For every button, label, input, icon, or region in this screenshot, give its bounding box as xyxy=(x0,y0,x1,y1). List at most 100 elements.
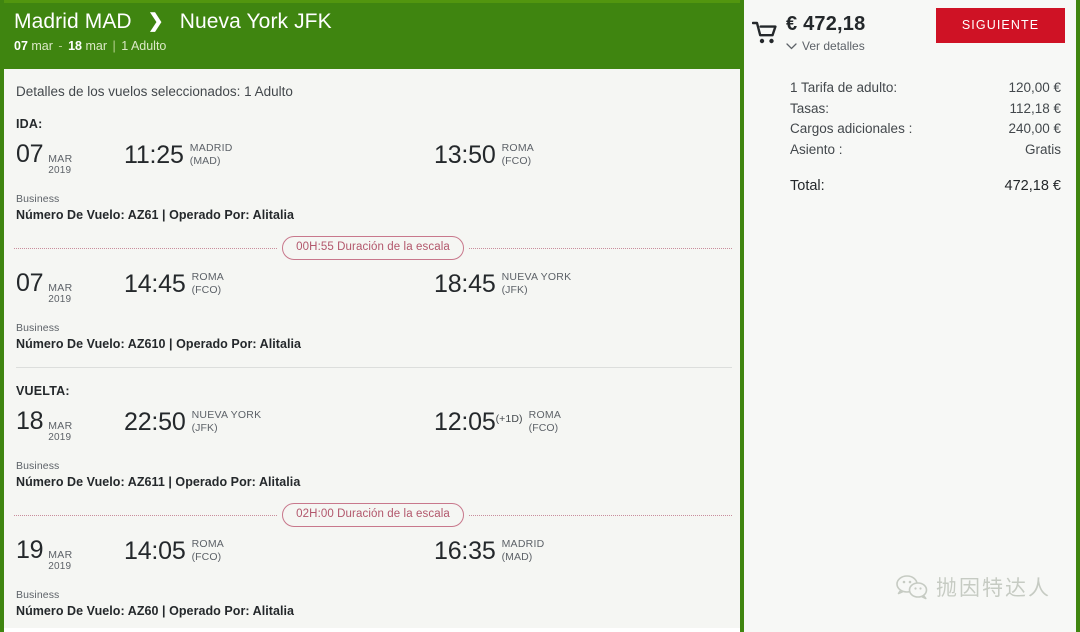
segment-date-day: 18 xyxy=(16,407,44,435)
total-value: 472,18 € xyxy=(1004,178,1061,194)
shopping-cart-icon[interactable] xyxy=(752,8,786,45)
segment-date-day: 07 xyxy=(16,140,44,168)
segment-departure: 14:05 ROMA (FCO) xyxy=(124,536,434,566)
arrival-time: 12:05 xyxy=(434,408,496,436)
return-label: VUELTA: xyxy=(16,384,70,398)
flight-number-operator: Número De Vuelo: AZ610 | Operado Por: Al… xyxy=(16,337,302,351)
segment-date-day: 07 xyxy=(16,269,44,297)
segment-times: 18 MAR 2019 22:50 NUEVA YORK (JFK) 12:05… xyxy=(16,398,740,443)
depart-month: mar xyxy=(31,39,53,53)
fare-row: Cargos adicionales : 240,00 € xyxy=(790,119,1061,140)
fare-row: Tasas: 112,18 € xyxy=(790,99,1061,120)
arrival-day-offset: (+1D) xyxy=(495,413,523,425)
arrival-code: (FCO) xyxy=(528,422,559,434)
view-details-label: Ver detalles xyxy=(802,39,865,53)
next-button[interactable]: SIGUIENTE xyxy=(936,8,1065,43)
total-label: Total: xyxy=(790,178,825,194)
cabin-class: Business xyxy=(16,589,60,601)
layover-dash-right xyxy=(468,514,733,516)
return-day: 18 xyxy=(68,39,82,53)
departure-time: 14:45 xyxy=(124,270,186,298)
flight-number-operator: Número De Vuelo: AZ60 | Operado Por: Ali… xyxy=(16,604,295,618)
departure-city: MADRID xyxy=(189,142,233,154)
segment-meta: Business Número De Vuelo: AZ60 | Operado… xyxy=(16,571,740,619)
segment-times: 07 MAR 2019 14:45 ROMA (FCO) 18:45 NUEVA… xyxy=(16,260,740,305)
wechat-icon xyxy=(896,574,928,600)
fare-row: Asiento : Gratis xyxy=(790,140,1061,161)
total-price: € 472,18 xyxy=(786,13,866,35)
route-destination: Nueva York JFK xyxy=(179,10,332,33)
departure-code: (JFK) xyxy=(191,422,218,434)
layover-dash-left xyxy=(14,514,278,516)
layover-dash-left xyxy=(14,247,278,249)
chevron-right-icon: ❯ xyxy=(147,11,164,32)
segment-date: 07 MAR 2019 xyxy=(16,269,124,305)
departure-time: 11:25 xyxy=(124,141,184,169)
fare-row: 1 Tarifa de adulto: 120,00 € xyxy=(790,78,1061,99)
segment-date-year: 2019 xyxy=(48,294,72,305)
departure-code: (FCO) xyxy=(191,551,222,563)
fare-value: 240,00 € xyxy=(1008,121,1061,136)
segment-date-year: 2019 xyxy=(48,165,72,176)
bottom-spacer xyxy=(4,628,740,632)
segment-arrival: 18:45 NUEVA YORK (JFK) xyxy=(434,269,571,299)
departure-city: ROMA xyxy=(191,538,225,550)
segment-date-month: MAR xyxy=(48,282,73,294)
trip-header: Madrid MAD ❯ Nueva York JFK 07 mar - 18 … xyxy=(4,0,740,69)
arrival-code: (FCO) xyxy=(501,155,532,167)
segment-date-year: 2019 xyxy=(48,432,72,443)
price-summary-column: € 472,18 Ver detalles SIGUIENTE 1 Tarifa… xyxy=(740,0,1076,632)
segment-date-year: 2019 xyxy=(48,561,72,572)
segment-departure: 14:45 ROMA (FCO) xyxy=(124,269,434,299)
cabin-class: Business xyxy=(16,322,60,334)
flight-details-column: Madrid MAD ❯ Nueva York JFK 07 mar - 18 … xyxy=(4,0,740,632)
view-details-toggle[interactable]: Ver detalles xyxy=(786,39,865,54)
arrival-time: 16:35 xyxy=(434,537,496,565)
fare-breakdown: 1 Tarifa de adulto: 120,00 € Tasas: 112,… xyxy=(744,54,1076,197)
price-header: € 472,18 Ver detalles xyxy=(786,8,865,54)
fare-label: Cargos adicionales : xyxy=(790,121,913,136)
layover-indicator: 02H:00 Duración de la escala xyxy=(14,503,733,527)
departure-time: 22:50 xyxy=(124,408,186,436)
fare-label: Tasas: xyxy=(790,100,830,116)
flight-segment: 07 MAR 2019 14:45 ROMA (FCO) 18:45 NUEVA… xyxy=(4,260,740,352)
return-month: mar xyxy=(85,39,107,53)
arrival-code: (MAD) xyxy=(501,551,533,563)
arrival-city: ROMA xyxy=(501,142,535,154)
trip-dates-passengers: 07 mar - 18 mar | 1 Adulto xyxy=(14,39,167,53)
depart-day: 07 xyxy=(14,39,28,53)
passenger-count: 1 Adulto xyxy=(121,39,167,53)
departure-city: ROMA xyxy=(191,271,225,283)
outbound-label: IDA: xyxy=(16,117,43,131)
watermark-text: 抛因特达人 xyxy=(936,576,1051,600)
field-separator: | xyxy=(112,39,116,53)
segment-date: 18 MAR 2019 xyxy=(16,407,124,443)
segment-times: 19 MAR 2019 14:05 ROMA (FCO) 16:35 MADRI… xyxy=(16,527,740,572)
arrival-city: MADRID xyxy=(501,538,545,550)
cart-bar: € 472,18 Ver detalles SIGUIENTE xyxy=(744,0,1076,54)
cabin-class: Business xyxy=(16,460,60,472)
layover-duration-badge: 02H:00 Duración de la escala xyxy=(282,503,464,527)
flight-segment: 18 MAR 2019 22:50 NUEVA YORK (JFK) 12:05… xyxy=(4,398,740,490)
segment-meta: Business Número De Vuelo: AZ61 | Operado… xyxy=(16,175,740,223)
arrival-code: (JFK) xyxy=(501,284,528,296)
layover-duration-badge: 00H:55 Duración de la escala xyxy=(282,236,464,260)
segment-date-month: MAR xyxy=(48,549,73,561)
departure-time: 14:05 xyxy=(124,537,186,565)
segment-meta: Business Número De Vuelo: AZ611 | Operad… xyxy=(16,442,740,490)
segment-arrival: 16:35 MADRID (MAD) xyxy=(434,536,544,566)
segment-departure: 11:25 MADRID (MAD) xyxy=(124,140,434,170)
flights-pane: Detalles de los vuelos seleccionados: 1 … xyxy=(4,69,740,632)
departure-code: (MAD) xyxy=(189,155,221,167)
fare-label: Asiento : xyxy=(790,141,843,157)
fare-value: Gratis xyxy=(1024,141,1061,157)
fare-value: 112,18 € xyxy=(1009,100,1061,116)
booking-summary-page: Madrid MAD ❯ Nueva York JFK 07 mar - 18 … xyxy=(0,0,1080,632)
layover-indicator: 00H:55 Duración de la escala xyxy=(14,236,733,260)
segment-date-month: MAR xyxy=(48,420,73,432)
chevron-down-icon xyxy=(786,43,797,50)
flight-segment: 07 MAR 2019 11:25 MADRID (MAD) 13:50 ROM… xyxy=(4,131,740,223)
flight-number-operator: Número De Vuelo: AZ611 | Operado Por: Al… xyxy=(16,475,301,489)
segment-departure: 22:50 NUEVA YORK (JFK) xyxy=(124,407,434,437)
fare-value: 120,00 € xyxy=(1008,80,1061,95)
